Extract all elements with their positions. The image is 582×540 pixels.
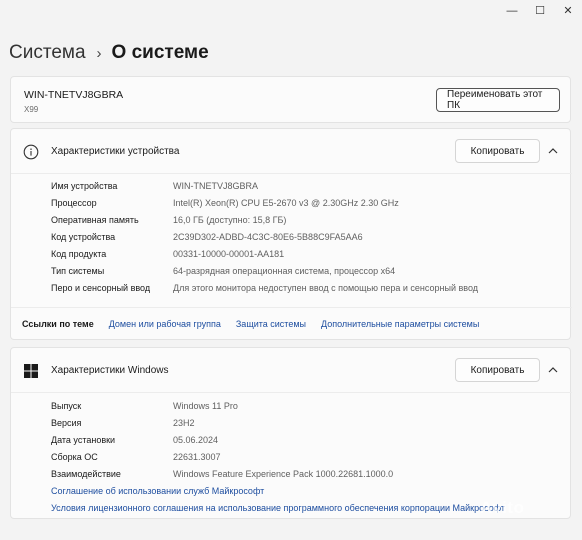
pc-model: X99: [24, 105, 39, 114]
related-links-bar: Ссылки по теме Домен или рабочая группа …: [11, 307, 572, 339]
advanced-system-settings-link[interactable]: Дополнительные параметры системы: [321, 319, 479, 329]
windows-specs-header[interactable]: Характеристики Windows Копировать: [11, 348, 572, 395]
spec-label: Оперативная память: [51, 215, 139, 225]
title-bar: — ☐ ✕: [0, 0, 582, 24]
microsoft-license-terms-link[interactable]: Условия лицензионного соглашения на испо…: [51, 503, 505, 513]
chevron-up-icon[interactable]: [547, 364, 559, 376]
spec-label: Перо и сенсорный ввод: [51, 283, 151, 293]
maximize-button[interactable]: ☐: [533, 4, 547, 18]
device-specs-header[interactable]: Характеристики устройства Копировать: [11, 129, 572, 176]
pc-name-card: WIN-TNETVJ8GBRA X99 Переименовать этот П…: [10, 76, 571, 123]
spec-row: Версия 23H2: [11, 418, 572, 435]
system-protection-link[interactable]: Защита системы: [236, 319, 306, 329]
spec-row: Процессор Intel(R) Xeon(R) CPU E5-2670 v…: [11, 198, 572, 215]
info-icon: [23, 144, 39, 160]
spec-row: Имя устройства WIN-TNETVJ8GBRA: [11, 181, 572, 198]
minimize-button[interactable]: —: [505, 4, 519, 18]
windows-specs-card: Характеристики Windows Копировать Выпуск…: [10, 347, 572, 519]
windows-specs-title: Характеристики Windows: [51, 365, 169, 376]
spec-value: 64-разрядная операционная система, проце…: [173, 266, 396, 276]
breadcrumb-system-link[interactable]: Система: [9, 42, 86, 64]
spec-row: Код продукта 00331-10000-00001-AA181: [11, 249, 572, 266]
breadcrumb: Система › О системе: [9, 39, 209, 67]
device-specs-title: Характеристики устройства: [51, 146, 180, 157]
spec-label: Дата установки: [51, 435, 116, 445]
spec-label: Версия: [51, 418, 82, 428]
spec-label: Процессор: [51, 198, 97, 208]
close-button[interactable]: ✕: [561, 4, 575, 18]
related-links-title: Ссылки по теме: [22, 318, 94, 329]
copy-windows-specs-button[interactable]: Копировать: [455, 358, 540, 382]
spec-value: 16,0 ГБ (доступно: 15,8 ГБ): [173, 215, 287, 225]
windows-logo-icon: [24, 364, 38, 378]
spec-value: 22631.3007: [173, 452, 221, 462]
spec-row: Взаимодействие Windows Feature Experienc…: [11, 469, 572, 486]
spec-label: Код устройства: [51, 232, 116, 242]
spec-row: Дата установки 05.06.2024: [11, 435, 572, 452]
device-specs-list: Имя устройства WIN-TNETVJ8GBRA Процессор…: [11, 173, 572, 308]
spec-label: Тип системы: [51, 266, 105, 276]
spec-value: WIN-TNETVJ8GBRA: [173, 181, 259, 191]
spec-value: 05.06.2024: [173, 435, 219, 445]
spec-value: 2C39D302-ADBD-4C3C-80E6-5B88C9FA5AA6: [173, 232, 363, 242]
device-specs-card: Характеристики устройства Копировать Имя…: [10, 128, 572, 340]
spec-value: Intel(R) Xeon(R) CPU E5-2670 v3 @ 2.30GH…: [173, 198, 399, 208]
spec-value: Windows Feature Experience Pack 1000.226…: [173, 469, 394, 479]
spec-value: Для этого монитора недоступен ввод с пом…: [173, 283, 478, 293]
spec-value: 23H2: [173, 418, 195, 428]
spec-label: Код продукта: [51, 249, 107, 259]
chevron-right-icon: ›: [96, 44, 102, 62]
spec-label: Выпуск: [51, 401, 82, 411]
chevron-up-icon[interactable]: [547, 145, 559, 157]
spec-row: Оперативная память 16,0 ГБ (доступно: 15…: [11, 215, 572, 232]
spec-row: Код устройства 2C39D302-ADBD-4C3C-80E6-5…: [11, 232, 572, 249]
spec-row: Выпуск Windows 11 Pro: [11, 401, 572, 418]
spec-label: Взаимодействие: [51, 469, 121, 479]
avito-watermark: Avito: [480, 498, 525, 517]
microsoft-services-agreement-link[interactable]: Соглашение об использовании служб Майкро…: [51, 486, 264, 496]
domain-workgroup-link[interactable]: Домен или рабочая группа: [109, 319, 221, 329]
pc-name: WIN-TNETVJ8GBRA: [24, 89, 124, 101]
spec-row: Тип системы 64-разрядная операционная си…: [11, 266, 572, 283]
spec-label: Имя устройства: [51, 181, 118, 191]
spec-label: Сборка ОС: [51, 452, 98, 462]
spec-value: Windows 11 Pro: [173, 401, 238, 411]
spec-row: Сборка ОС 22631.3007: [11, 452, 572, 469]
spec-value: 00331-10000-00001-AA181: [173, 249, 285, 259]
rename-pc-button[interactable]: Переименовать этот ПК: [436, 88, 560, 112]
spec-row: Перо и сенсорный ввод Для этого монитора…: [11, 283, 572, 300]
copy-device-specs-button[interactable]: Копировать: [455, 139, 540, 163]
page-title: О системе: [111, 42, 209, 63]
